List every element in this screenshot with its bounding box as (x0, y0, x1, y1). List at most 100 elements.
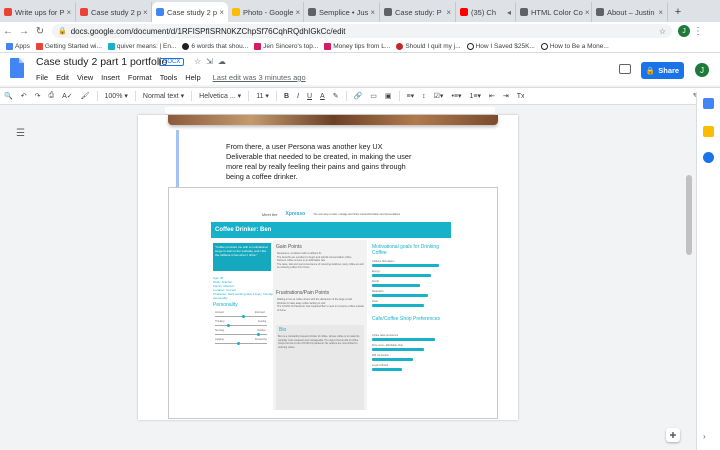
preferences-title: Cafe/Coffee Shop Preferences (372, 316, 441, 322)
bio-text: Ben is a constantly frequent drinker of … (278, 335, 360, 349)
bookmark-item[interactable]: 6 words that shou... (182, 42, 248, 50)
paint-format-icon[interactable]: 🖌 (77, 92, 94, 100)
browser-tab-active[interactable]: Case study 2 p × (152, 2, 228, 22)
bookmark-item[interactable]: How to Be a Mone... (540, 42, 609, 50)
keep-icon[interactable] (703, 126, 714, 137)
checklist-icon[interactable]: ☑▾ (430, 92, 448, 100)
font-select[interactable]: Helvetica ... ▾ (195, 92, 245, 100)
calendar-icon[interactable] (703, 98, 714, 109)
text-color-icon[interactable]: A (316, 93, 329, 100)
close-icon[interactable]: × (64, 8, 71, 17)
profile-avatar[interactable]: J (678, 25, 690, 37)
new-tab-button[interactable]: + (668, 2, 688, 22)
star-icon[interactable]: ☆ (194, 57, 206, 66)
menu-format[interactable]: Format (128, 73, 152, 82)
vertical-scrollbar[interactable] (684, 115, 694, 445)
search-menus-icon[interactable]: 🔍 (0, 92, 17, 100)
browser-tab[interactable]: Write ups for P × (0, 2, 76, 22)
back-icon[interactable]: ← (0, 26, 16, 37)
print-icon[interactable]: ⎙ (44, 92, 58, 100)
font-size-select[interactable]: 11 ▾ (252, 92, 273, 100)
browser-tab[interactable]: About – Justin × (592, 2, 668, 22)
close-icon[interactable]: × (141, 8, 148, 17)
close-icon[interactable]: × (368, 8, 375, 17)
link-icon[interactable]: 🔗 (350, 92, 367, 100)
bookmark-item[interactable]: quiver means: | En... (107, 42, 176, 50)
bookmark-icon (35, 42, 43, 50)
globe-icon (308, 8, 316, 16)
browser-tab[interactable]: (35) Ch ◂ (456, 2, 516, 22)
close-icon[interactable]: × (217, 8, 224, 17)
persona-banner: Coffee Drinker: Ben (211, 222, 451, 238)
menu-edit[interactable]: Edit (56, 73, 69, 82)
audio-icon[interactable]: ◂ (505, 8, 511, 17)
menu-icon[interactable]: ⋮ (690, 26, 706, 37)
browser-tab[interactable]: Case study: P × (380, 2, 456, 22)
url-input[interactable]: 🔒 docs.google.com/document/d/1RFISPfISRN… (52, 24, 672, 38)
format-badge: DOCX (159, 58, 185, 66)
reload-icon[interactable]: ↻ (32, 26, 48, 37)
spellcheck-icon[interactable]: A✓ (58, 92, 77, 100)
highlight-icon[interactable]: ✎ (329, 92, 343, 100)
docs-header: Case study 2 part 1 portfolio DOCX ☆⇲☁ F… (0, 53, 720, 85)
menu-help[interactable]: Help (185, 73, 200, 82)
editing-toolbar: 🔍 ↶ ↷ ⎙ A✓ 🖌 100% ▾ Normal text ▾ Helvet… (0, 87, 720, 105)
star-icon[interactable]: ☆ (659, 27, 666, 36)
browser-tab[interactable]: Case study 2 p × (76, 2, 152, 22)
line-spacing-icon[interactable]: ↕ (418, 93, 430, 100)
bookmark-item[interactable]: Getting Started wi... (35, 42, 102, 50)
user-avatar[interactable]: J (695, 63, 709, 77)
scroll-thumb[interactable] (686, 175, 692, 255)
bookmark-item[interactable]: How I Saved $25K... (466, 42, 535, 50)
bookmark-item[interactable]: Jen Sincero's top... (254, 42, 318, 50)
bold-icon[interactable]: B (280, 93, 293, 100)
close-icon[interactable]: × (444, 8, 451, 17)
last-edit-link[interactable]: Last edit was 3 minutes ago (213, 73, 306, 82)
redo-icon[interactable]: ↷ (31, 92, 45, 100)
numbered-list-icon[interactable]: 1≡▾ (466, 92, 486, 100)
bookmark-item[interactable]: Should I quit my j... (396, 42, 461, 50)
toolbar-divider (345, 91, 347, 101)
move-icon[interactable]: ⇲ (206, 57, 218, 66)
undo-icon[interactable]: ↶ (17, 92, 31, 100)
document-page[interactable]: From there, a user Persona was another k… (138, 115, 518, 420)
bulleted-list-icon[interactable]: •≡▾ (447, 92, 465, 100)
body-paragraph[interactable]: From there, a user Persona was another k… (226, 142, 416, 182)
persona-image-frame[interactable]: Meet the Xpresso The new way to order, m… (168, 187, 498, 419)
browser-tab[interactable]: Semplice • Jus × (304, 2, 380, 22)
cloud-icon[interactable]: ☁ (218, 57, 231, 66)
persona-header: Meet the Xpresso The new way to order, m… (261, 211, 401, 217)
bookmark-item[interactable]: Apps (6, 42, 30, 50)
indent-more-icon[interactable]: ⇥ (499, 92, 513, 100)
menu-tools[interactable]: Tools (160, 73, 178, 82)
menu-view[interactable]: View (77, 73, 93, 82)
bookmark-item[interactable]: Money tips from L... (324, 42, 390, 50)
share-button[interactable]: 🔒 Share (641, 62, 684, 79)
underline-icon[interactable]: U (303, 93, 316, 100)
explore-button[interactable]: ✚ (666, 428, 680, 442)
menu-file[interactable]: File (36, 73, 48, 82)
close-icon[interactable]: × (293, 8, 300, 17)
outline-icon[interactable]: ☰ (16, 128, 25, 139)
close-icon[interactable]: × (656, 8, 663, 17)
document-title[interactable]: Case study 2 part 1 portfolio (36, 56, 167, 68)
style-select[interactable]: Normal text ▾ (139, 92, 188, 100)
docs-logo-icon[interactable] (10, 58, 24, 78)
menu-insert[interactable]: Insert (101, 73, 120, 82)
browser-tab[interactable]: Photo - Google × (228, 2, 304, 22)
browser-tab[interactable]: HTML Color Co × (516, 2, 592, 22)
comment-icon[interactable] (619, 64, 631, 74)
add-comment-icon[interactable]: ▭ (366, 92, 381, 100)
forward-icon[interactable]: → (16, 26, 32, 37)
indent-less-icon[interactable]: ⇤ (485, 92, 499, 100)
horizontal-ruler[interactable] (165, 107, 495, 115)
side-panel-toggle-icon[interactable]: › (703, 432, 706, 441)
image-icon[interactable]: ▣ (381, 92, 396, 100)
close-icon[interactable]: × (583, 8, 590, 17)
address-bar-row: ← → ↻ 🔒 docs.google.com/document/d/1RFIS… (0, 22, 720, 40)
clear-format-icon[interactable]: Tx (513, 93, 529, 100)
italic-icon[interactable]: I (293, 93, 303, 100)
tasks-icon[interactable] (703, 152, 714, 163)
align-icon[interactable]: ≡▾ (403, 92, 419, 100)
zoom-select[interactable]: 100% ▾ (101, 92, 132, 100)
